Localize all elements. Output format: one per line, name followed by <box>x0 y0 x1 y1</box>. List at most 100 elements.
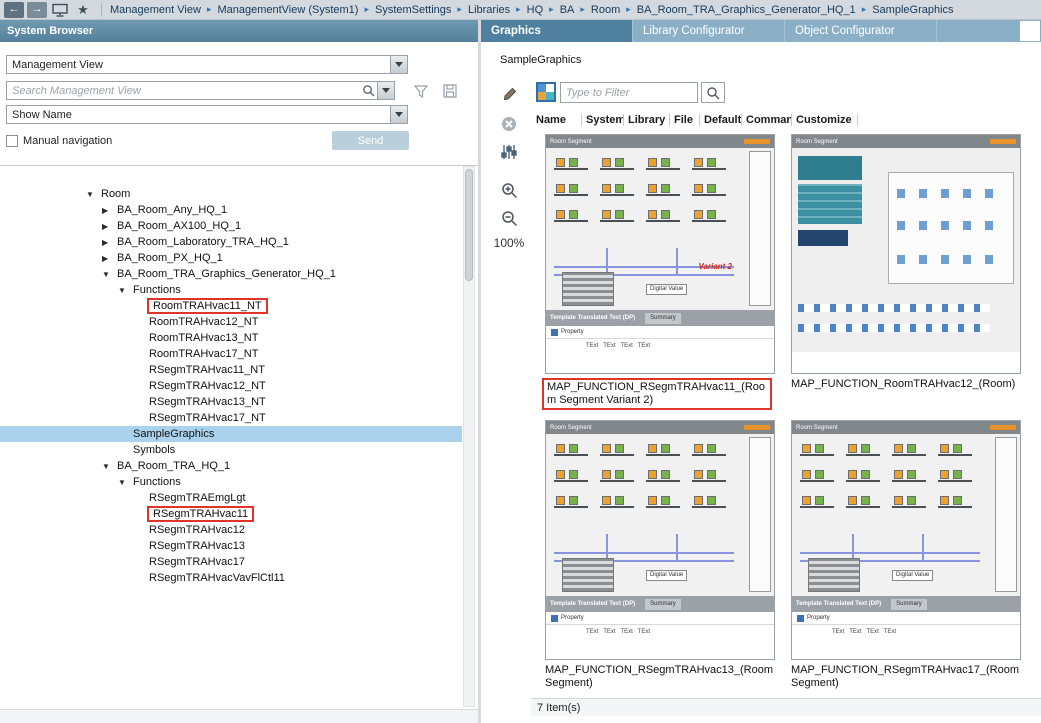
chevron-down-icon[interactable] <box>377 82 394 99</box>
schematic-component <box>646 208 680 222</box>
search-icon[interactable] <box>359 84 377 97</box>
graphic-thumbnail[interactable]: Room Segment Digital Value Template Tran… <box>791 420 1021 660</box>
tree-item[interactable]: ▼BA_Room_TRA_HQ_1 <box>0 458 462 474</box>
expand-arrow-icon[interactable]: ▶ <box>102 254 115 263</box>
tree-item[interactable]: ▶BA_Room_Laboratory_TRA_HQ_1 <box>0 234 462 250</box>
breadcrumb-item[interactable]: Libraries <box>468 4 510 16</box>
tree-item[interactable]: ▶BA_Room_Any_HQ_1 <box>0 202 462 218</box>
graphic-thumbnail[interactable]: Room Segment Digital Value Template Tran… <box>545 420 775 660</box>
tree-item[interactable]: ▼Functions <box>0 282 462 298</box>
chevron-down-icon[interactable] <box>390 106 407 123</box>
filter-funnel-icon[interactable] <box>412 83 430 99</box>
column-header[interactable]: File <box>674 114 700 126</box>
sliders-icon[interactable] <box>495 140 523 164</box>
breadcrumb-item[interactable]: BA_Room_TRA_Graphics_Generator_HQ_1 <box>637 4 856 16</box>
collapse-arrow-icon[interactable]: ▼ <box>118 478 131 487</box>
breadcrumb-item[interactable]: ManagementView (System1) <box>217 4 358 16</box>
breadcrumb-item[interactable]: Management View <box>110 4 201 16</box>
filter-input[interactable] <box>560 82 698 103</box>
send-button[interactable]: Send <box>332 131 409 150</box>
manual-navigation-option[interactable]: Manual navigation <box>6 135 112 147</box>
collapse-arrow-icon[interactable]: ▼ <box>102 270 115 279</box>
tab-graphics[interactable]: Graphics <box>481 20 633 42</box>
tab-library-configurator[interactable]: Library Configurator <box>633 20 785 42</box>
expand-arrow-icon[interactable]: ▶ <box>102 206 115 215</box>
zoom-out-icon[interactable] <box>495 206 523 230</box>
thumb-footer-bar: Template Translated Text (DP) Summary <box>792 596 1020 612</box>
view-mode-grid-icon[interactable] <box>536 82 556 102</box>
tree-item[interactable]: ▶BA_Room_PX_HQ_1 <box>0 250 462 266</box>
breadcrumb-item[interactable]: SystemSettings <box>375 4 451 16</box>
tree-item[interactable]: RSegmTRAHvac12 <box>0 522 462 538</box>
expand-arrow-icon[interactable]: ▶ <box>102 222 115 231</box>
tree-item-label: RSegmTRAHvac13 <box>147 540 247 552</box>
tree-item[interactable]: RSegmTRAHvac12_NT <box>0 378 462 394</box>
breadcrumb-item[interactable]: SampleGraphics <box>872 4 953 16</box>
search-box[interactable] <box>6 81 395 100</box>
thumb-property-row: Property <box>792 612 1020 625</box>
manual-navigation-checkbox[interactable] <box>6 135 18 147</box>
tree-item[interactable]: RSegmTRAHvacVavFlCtl11 <box>0 570 462 586</box>
schematic-component <box>600 208 634 222</box>
filter-search-button[interactable] <box>701 82 725 103</box>
breadcrumb-separator-icon: ▸ <box>516 4 521 15</box>
thumb-title-bar: Room Segment <box>792 421 1020 434</box>
tab-object-configurator[interactable]: Object Configurator <box>785 20 937 42</box>
back-button[interactable]: ← <box>4 2 24 18</box>
edit-brush-icon[interactable] <box>495 82 523 106</box>
zoom-in-icon[interactable] <box>495 178 523 202</box>
graphic-item[interactable]: Room Segment Digital Value Variant 2 Tem… <box>545 134 777 420</box>
thumb-title-bar: Room Segment <box>792 135 1020 148</box>
tree-item[interactable]: RSegmTRAHvac13 <box>0 538 462 554</box>
column-header[interactable]: Library <box>628 114 670 126</box>
forward-button[interactable]: → <box>27 2 47 18</box>
collapse-arrow-icon[interactable]: ▼ <box>86 190 99 199</box>
tree-item[interactable]: RSegmTRAHvac17_NT <box>0 410 462 426</box>
tree-item[interactable]: RSegmTRAHvac17 <box>0 554 462 570</box>
tree-item[interactable]: RSegmTRAHvac11_NT <box>0 362 462 378</box>
column-header[interactable]: System <box>586 114 624 126</box>
tree-item[interactable]: ▼Room <box>0 186 462 202</box>
schematic-component <box>554 494 588 508</box>
tree-item[interactable]: RoomTRAHvac11_NT <box>0 298 462 314</box>
tree-item[interactable]: SampleGraphics <box>0 426 462 442</box>
tree-item[interactable]: Symbols <box>0 442 462 458</box>
breadcrumb-item[interactable]: HQ <box>527 4 544 16</box>
tree-item[interactable]: ▼BA_Room_TRA_Graphics_Generator_HQ_1 <box>0 266 462 282</box>
tree-item[interactable]: RoomTRAHvac13_NT <box>0 330 462 346</box>
graphic-thumbnail[interactable]: Room Segment Digital Value Variant 2 Tem… <box>545 134 775 374</box>
search-input[interactable] <box>7 85 359 97</box>
column-header[interactable]: Default <box>704 114 742 126</box>
tree-item[interactable]: RoomTRAHvac17_NT <box>0 346 462 362</box>
display-mode-selector[interactable]: Show Name <box>6 105 408 124</box>
tree-item[interactable]: RSegmTRAHvac13_NT <box>0 394 462 410</box>
save-icon[interactable] <box>441 83 459 99</box>
breadcrumb-item[interactable]: Room <box>591 4 620 16</box>
scrollbar-thumb[interactable] <box>465 169 473 281</box>
favorites-star-icon[interactable]: ★ <box>73 2 93 18</box>
tree-item[interactable]: RoomTRAHvac12_NT <box>0 314 462 330</box>
breadcrumb-separator-icon: ▸ <box>457 4 462 15</box>
column-header[interactable]: Command <box>746 114 792 126</box>
column-header[interactable]: Customize <box>796 114 858 126</box>
graphic-item[interactable]: Room Segment Digital Value Template Tran… <box>791 420 1023 706</box>
graphic-item[interactable]: Room Segment Digital Value Template Tran… <box>545 420 777 706</box>
breadcrumb-item[interactable]: BA <box>560 4 575 16</box>
graphic-thumbnail[interactable]: Room Segment <box>791 134 1021 374</box>
tree-item[interactable]: RSegmTRAEmgLgt <box>0 490 462 506</box>
expand-arrow-icon[interactable]: ▶ <box>102 238 115 247</box>
tree-item[interactable]: ▶BA_Room_AX100_HQ_1 <box>0 218 462 234</box>
chevron-down-icon[interactable] <box>390 56 407 73</box>
clear-circle-icon[interactable] <box>495 112 523 136</box>
monitor-icon[interactable] <box>50 2 70 18</box>
tree-horizontal-scrollbar[interactable] <box>0 709 478 723</box>
graphic-item[interactable]: Room Segment MAP_FUNCTION_RoomTRAHvac12_… <box>791 134 1023 420</box>
collapse-arrow-icon[interactable]: ▼ <box>118 286 131 295</box>
tree-item[interactable]: RSegmTRAHvac11 <box>0 506 462 522</box>
tree-item[interactable]: ▼Functions <box>0 474 462 490</box>
column-header[interactable]: Name <box>536 114 582 126</box>
collapse-arrow-icon[interactable]: ▼ <box>102 462 115 471</box>
tree-vertical-scrollbar[interactable] <box>463 166 475 707</box>
view-selector[interactable]: Management View <box>6 55 408 74</box>
legend-row <box>798 324 990 332</box>
